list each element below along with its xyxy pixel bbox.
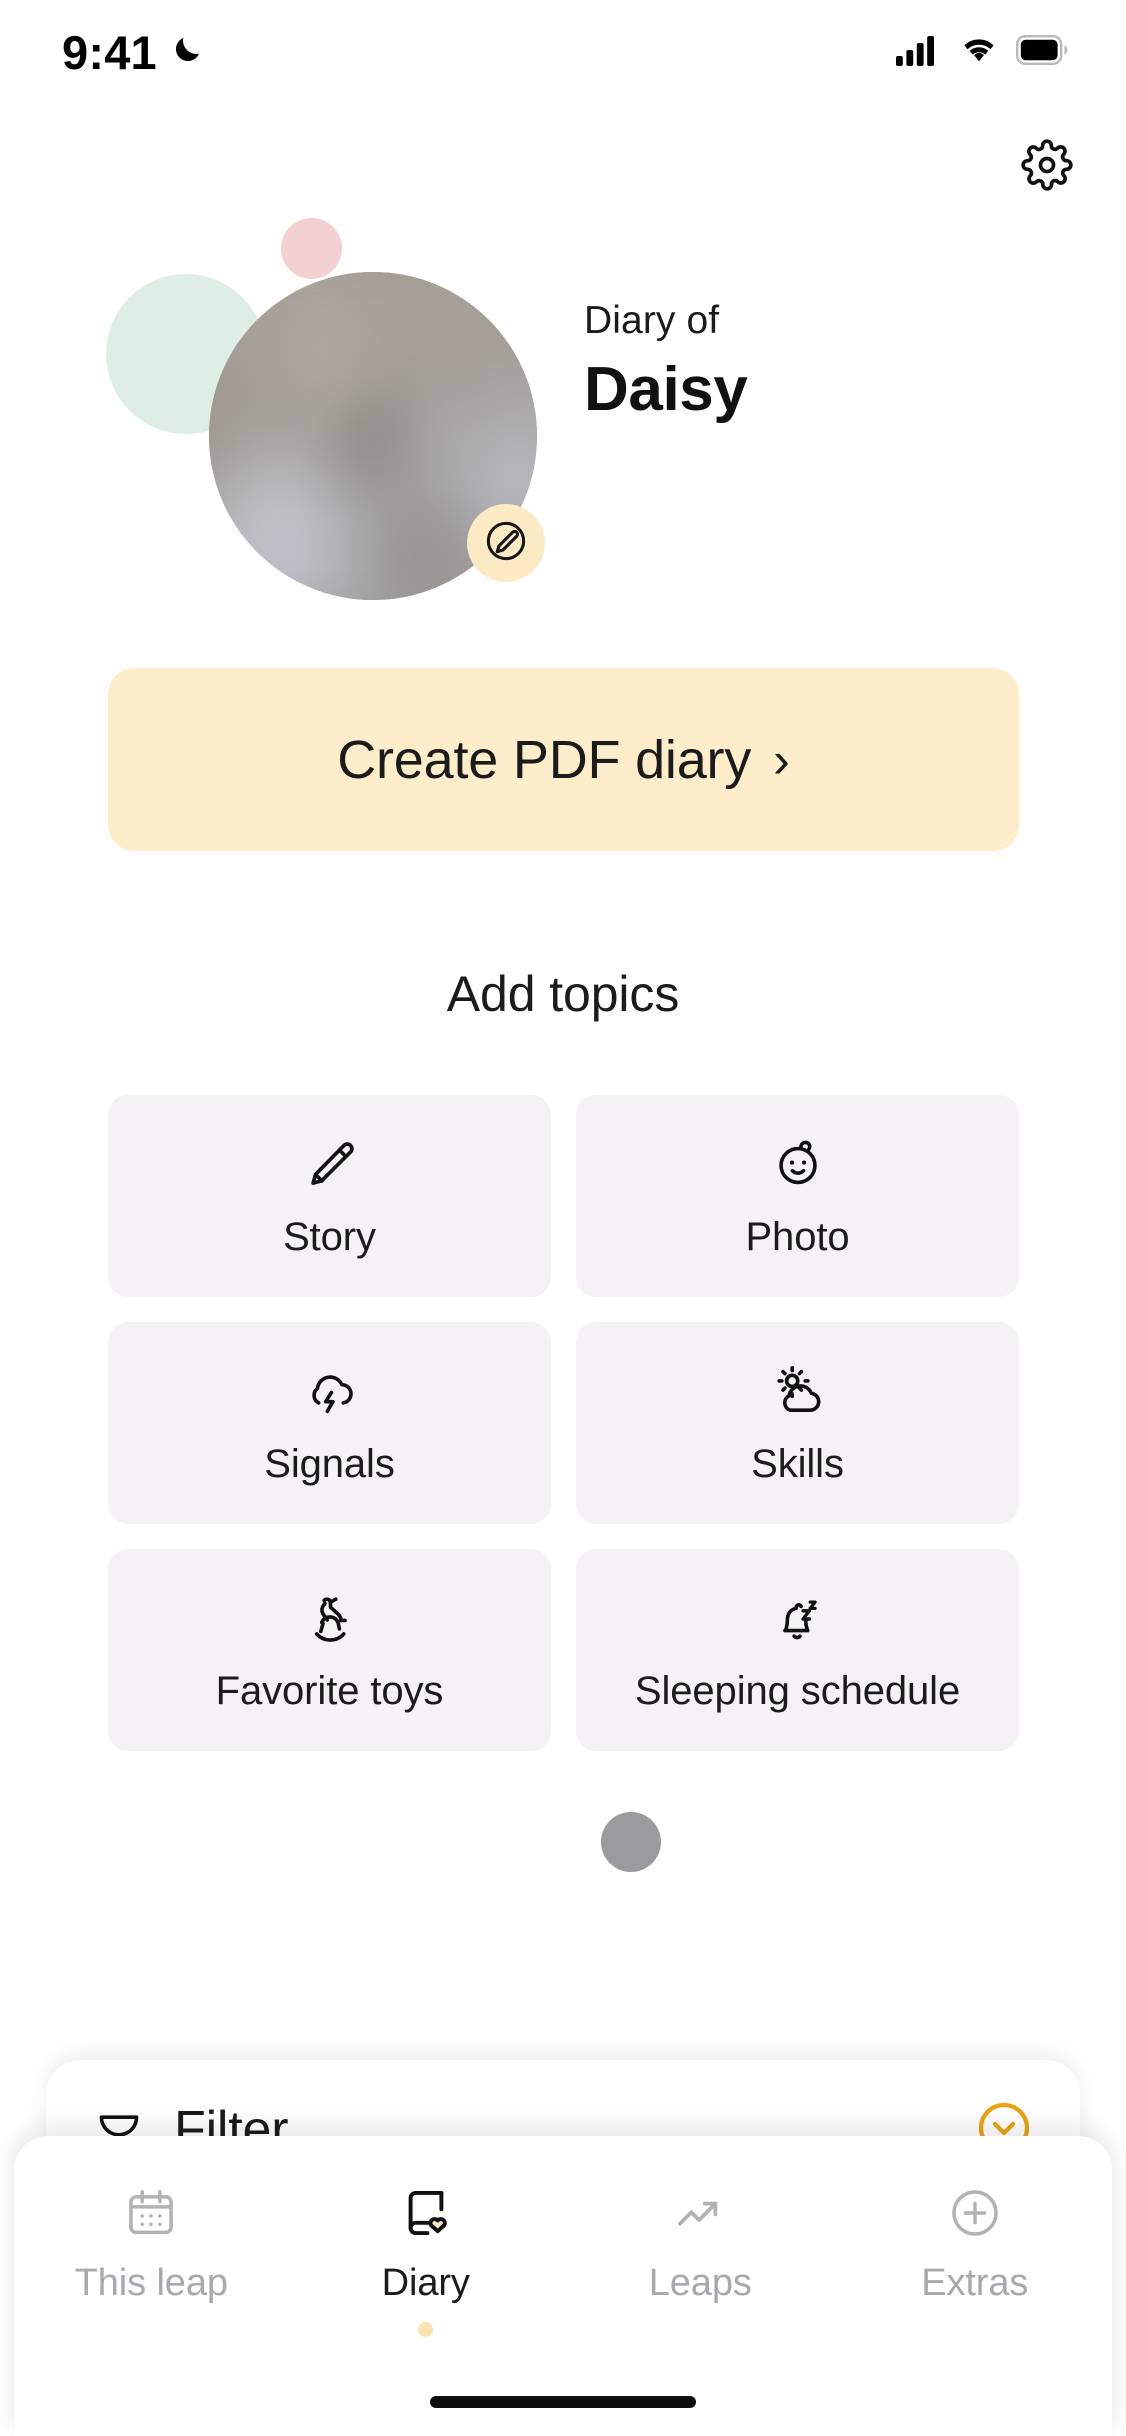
topic-tile-photo[interactable]: Photo [576,1095,1019,1297]
avatar-placeholder-circle[interactable] [601,1812,661,1872]
trending-up-icon [672,2180,728,2246]
battery-full-icon [1016,35,1068,70]
topic-tile-signals[interactable]: Signals [108,1322,551,1524]
profile-header: Diary of Daisy [0,190,1126,650]
topic-grid: Story Photo Signals Skills Favorite toys… [108,1095,1019,1751]
create-pdf-diary-button[interactable]: Create PDF diary › [108,668,1019,851]
diary-of-label: Diary of [584,299,720,342]
tab-this-leap[interactable]: This leap [14,2180,289,2305]
baby-name: Daisy [584,354,748,424]
tab-label: Leaps [648,2262,752,2304]
wifi-icon [958,34,1000,71]
topic-tile-favorite-toys[interactable]: Favorite toys [108,1549,551,1751]
cellular-signal-icon [896,34,942,71]
topic-tile-sleeping-schedule[interactable]: Sleeping schedule [576,1549,1019,1751]
pencil-icon [301,1133,359,1197]
active-tab-indicator-dot [418,2322,434,2337]
topic-tile-story[interactable]: Story [108,1095,551,1297]
sun-behind-cloud-icon [769,1360,827,1424]
edit-avatar-button[interactable] [467,504,545,582]
tab-label: This leap [74,2262,228,2304]
decorative-pink-circle [281,218,342,279]
tab-label: Diary [381,2262,470,2304]
book-heart-icon [398,2180,454,2246]
tab-extras[interactable]: Extras [838,2180,1113,2305]
sleeping-bell-icon [769,1587,827,1651]
topic-label: Photo [745,1214,850,1259]
plus-circle-icon [947,2180,1003,2246]
baby-face-icon [769,1133,827,1197]
avatar-container[interactable] [209,272,545,600]
tab-label: Extras [921,2262,1029,2304]
topic-label: Skills [751,1441,844,1486]
topic-label: Sleeping schedule [634,1668,961,1713]
thunder-cloud-icon [301,1360,359,1424]
tab-diary[interactable]: Diary [289,2180,564,2337]
home-indicator [430,2396,696,2408]
tab-leaps[interactable]: Leaps [563,2180,838,2305]
chevron-right-icon: › [773,731,790,788]
topic-label: Story [283,1214,376,1259]
status-bar-left: 9:41 [62,25,205,80]
app-screen: 9:41 Diary of Daisy Create PDF diary › A… [0,0,1126,2436]
topic-tile-skills[interactable]: Skills [576,1322,1019,1524]
rocking-horse-icon [301,1587,359,1651]
add-topics-title: Add topics [446,966,680,1022]
topic-label: Favorite toys [215,1668,444,1713]
profile-title-block: Diary of Daisy [584,299,748,424]
status-bar-time: 9:41 [62,26,157,79]
calendar-icon [123,2180,179,2246]
bottom-tab-bar: This leap Diary Leaps Extras [14,2136,1112,2436]
create-pdf-diary-label: Create PDF diary [337,729,752,790]
pencil-circle-icon [483,518,529,569]
status-bar: 9:41 [0,0,1126,105]
crescent-moon-icon [169,32,205,73]
topic-label: Signals [264,1441,395,1486]
status-bar-right [896,34,1068,71]
gear-icon [1021,138,1073,196]
